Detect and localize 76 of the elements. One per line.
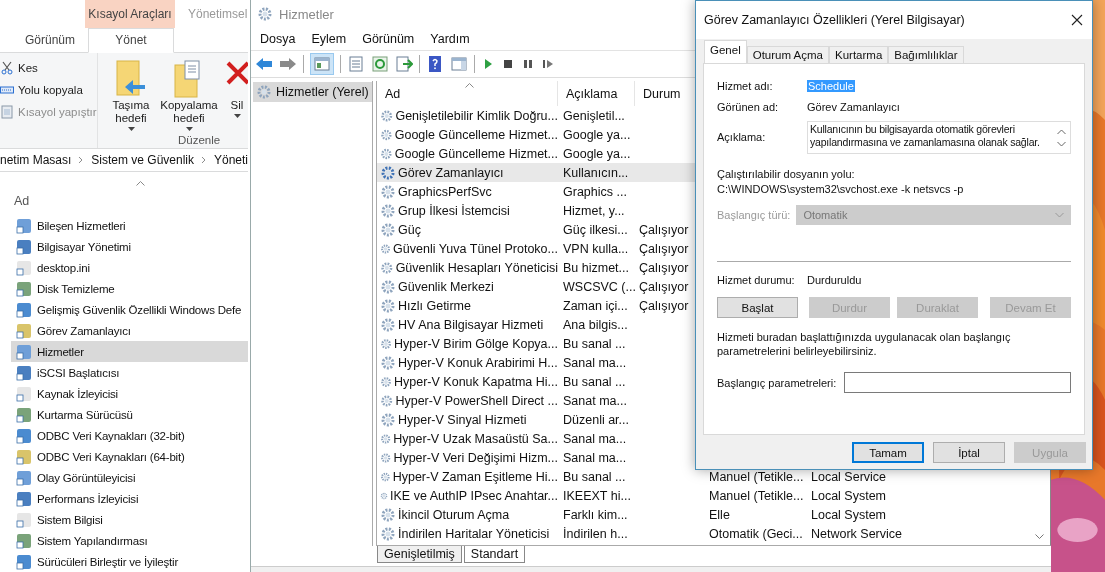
service-name: Hyper-V Uzak Masaüstü Sa... bbox=[393, 431, 558, 446]
table-cell-text: Kullanıcın... bbox=[562, 165, 630, 180]
field-label: Görünen ad: bbox=[717, 101, 780, 113]
table-cell: Çalışıyor bbox=[639, 279, 689, 294]
field-label: Başlangıç türü: bbox=[717, 209, 791, 221]
table-cell-text: Sanal ma... bbox=[562, 431, 628, 446]
table-cell-text: Google ya... bbox=[562, 146, 632, 161]
service-name: Hızlı Getirme bbox=[398, 298, 471, 313]
table-cell-text: Düzenli ar... bbox=[562, 412, 630, 427]
service-name: Hyper-V Birim Gölge Kopya... bbox=[394, 336, 558, 351]
field-label: Açıklama: bbox=[717, 131, 767, 143]
table-cell-text: Genişletil... bbox=[562, 108, 626, 123]
table-cell: Çalışıyor bbox=[639, 260, 689, 275]
path-value: C:\WINDOWS\system32\svchost.exe -k netsvcs -p bbox=[717, 183, 965, 195]
group-label: Düzenle bbox=[178, 133, 222, 146]
context-tab-header: Yönetimsel bbox=[188, 5, 248, 23]
table-cell: Local System bbox=[811, 488, 887, 503]
table-cell-text: Google ya... bbox=[562, 127, 632, 142]
table-cell-text: Sanal ma... bbox=[562, 355, 628, 370]
service-name: Hyper-V Sinyal Hizmeti bbox=[398, 412, 527, 427]
table-cell-text: Bu sanal ... bbox=[562, 469, 627, 484]
table-cell: Manuel (Tetikle... bbox=[709, 469, 804, 484]
table-cell: Çalışıyor bbox=[639, 222, 689, 237]
table-cell-text: İndirilen h... bbox=[562, 526, 629, 541]
table-cell-text: VPN kulla... bbox=[562, 241, 630, 256]
table-cell-text: Ana bilgis... bbox=[562, 317, 629, 332]
service-name: İkincil Oturum Açma bbox=[398, 507, 510, 522]
context-tab-header: Kısayol Araçları bbox=[85, 0, 175, 28]
field-label: Çalıştırılabilir dosyanın yolu: bbox=[717, 168, 856, 180]
service-name: Hyper-V Zaman Eşitleme Hi... bbox=[392, 469, 558, 484]
table-cell: Çalışıyor bbox=[639, 298, 689, 313]
dialog-title: Görev Zamanlayıcı Özellikleri (Yerel Bilgisayar) bbox=[704, 13, 965, 27]
table-cell: Çalışıyor bbox=[639, 241, 689, 256]
display-name-value: Görev Zamanlayıcı bbox=[807, 101, 900, 113]
service-name: İndirilen Haritalar Yöneticisi bbox=[398, 526, 550, 541]
service-name: Görev Zamanlayıcı bbox=[398, 165, 504, 180]
service-name: Güç bbox=[398, 222, 421, 237]
field-label: Hizmet durumu: bbox=[717, 274, 796, 286]
service-name: IKE ve AuthIP IPsec Anahtar... bbox=[390, 488, 558, 503]
service-name: GraphicsPerfSvc bbox=[398, 184, 492, 199]
table-cell: Local Service bbox=[811, 469, 887, 484]
table-cell-text: Bu sanal ... bbox=[562, 336, 627, 351]
service-name: Grup İlkesi İstemcisi bbox=[398, 203, 510, 218]
table-cell-text: Farklı kim... bbox=[562, 507, 629, 522]
service-name: Güvenlik Hesapları Yöneticisi bbox=[395, 260, 558, 275]
table-cell-text: Güç ilkesi... bbox=[562, 222, 629, 237]
table-cell: Elle bbox=[709, 507, 730, 522]
table-cell-text: Sanat ma... bbox=[562, 393, 628, 408]
table-cell-text: Hizmet, y... bbox=[562, 203, 626, 218]
window-title: Hizmetler bbox=[279, 6, 334, 22]
table-cell: Otomatik (Geci... bbox=[709, 526, 803, 541]
table-cell-text: Bu hizmet... bbox=[562, 260, 630, 275]
table-cell-text: Zaman içi... bbox=[562, 298, 629, 313]
table-cell-text: IKEEXT hi... bbox=[562, 488, 632, 503]
field-label: Başlangıç parametreleri: bbox=[717, 376, 837, 389]
service-name: Hyper-V PowerShell Direct ... bbox=[395, 393, 558, 408]
table-cell: Local System bbox=[811, 507, 887, 522]
service-name: Güvenlik Merkezi bbox=[398, 279, 494, 294]
table-cell-text: Graphics ... bbox=[562, 184, 628, 199]
field-label: Hizmet adı: bbox=[717, 80, 774, 92]
service-name: Google Güncelleme Hizmet... bbox=[394, 146, 558, 161]
service-name: HV Ana Bilgisayar Hizmeti bbox=[398, 317, 544, 332]
table-cell-text: Bu sanal ... bbox=[562, 374, 627, 389]
table-cell: Network Service bbox=[811, 526, 902, 541]
service-name: Hyper-V Konuk Arabirimi H... bbox=[398, 355, 558, 370]
service-name: Google Güncelleme Hizmet... bbox=[394, 127, 558, 142]
table-cell-text: Sanal ma... bbox=[562, 450, 628, 465]
table-cell: Manuel (Tetikle... bbox=[709, 488, 804, 503]
service-name: Hyper-V Veri Değişimi Hizm... bbox=[393, 450, 558, 465]
service-name-value: Schedule bbox=[807, 80, 855, 92]
help-text: Hizmeti buradan başlattığınızda uygulanacak olan başlangıç parametrelerini belirleyebilirsiniz. bbox=[717, 330, 1012, 358]
service-name: Güvenli Yuva Tünel Protoko... bbox=[393, 241, 558, 256]
table-cell-text: WSCSVC (... bbox=[562, 279, 635, 294]
service-name: Genişletilebilir Kimlik Doğru... bbox=[395, 108, 558, 123]
status-value: Durduruldu bbox=[807, 274, 862, 286]
service-name: Hyper-V Konuk Kapatma Hi... bbox=[394, 374, 558, 389]
